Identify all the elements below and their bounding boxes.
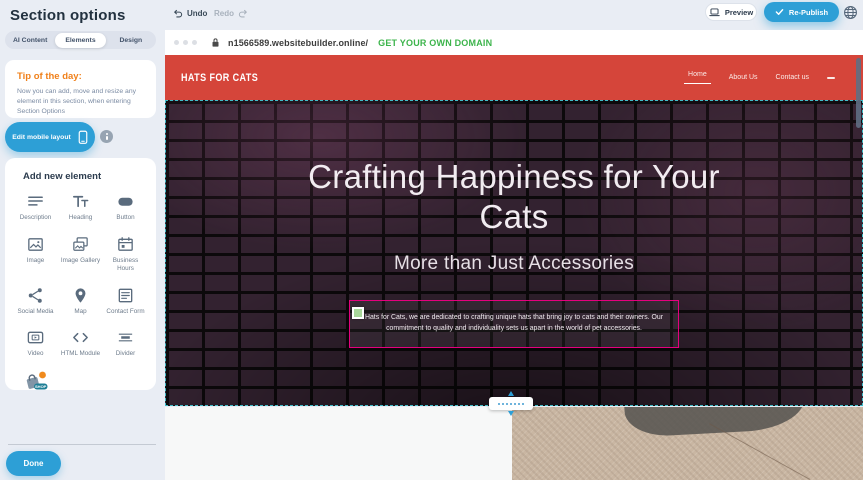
resize-grip[interactable] (489, 397, 533, 410)
floor-seam-line (709, 423, 810, 480)
heading-icon (71, 192, 90, 211)
edit-mobile-layout-button[interactable]: Edit mobile layout (5, 122, 95, 152)
arrow-down-icon (508, 411, 514, 416)
nav-home[interactable]: Home (684, 71, 711, 84)
hero-heading[interactable]: Crafting Happiness for Your Cats (274, 157, 754, 236)
next-section[interactable] (165, 407, 863, 480)
element-video[interactable]: Video (13, 328, 58, 359)
next-section-image (512, 407, 863, 480)
add-element-title: Add new element (13, 171, 148, 182)
republish-button[interactable]: Re-Publish (764, 2, 839, 22)
edit-mobile-label: Edit mobile layout (12, 134, 71, 141)
button-icon (116, 192, 135, 211)
element-description[interactable]: Description (13, 192, 58, 223)
info-icon[interactable] (100, 130, 113, 143)
element-button[interactable]: Button (103, 192, 148, 223)
undo-icon (172, 8, 183, 19)
page-title: Section options (10, 7, 126, 24)
site-header: HATS FOR CATS Home About Us Contact us (165, 55, 863, 100)
preview-icon (709, 8, 720, 17)
sidebar-divider (8, 444, 156, 445)
redo-icon (238, 8, 249, 19)
republish-label: Re-Publish (789, 8, 828, 17)
get-own-domain-link[interactable]: GET YOUR OWN DOMAIN (378, 38, 492, 48)
more-menu-icon[interactable] (827, 77, 835, 79)
element-heading[interactable]: Heading (58, 192, 103, 223)
element-html-module[interactable]: HTML Module (58, 328, 103, 359)
section-resize-handle[interactable] (489, 391, 533, 416)
grip-dots-icon (498, 403, 524, 405)
tip-of-the-day-card: Tip of the day: Now you can add, move an… (5, 60, 156, 118)
element-product-gallery[interactable]: SHOP Product Gallery (13, 371, 58, 391)
social-media-icon (26, 286, 45, 305)
tip-body: Now you can add, move and resize any ele… (17, 87, 144, 118)
site-nav: Home About Us Contact us (684, 55, 835, 100)
video-icon (26, 328, 45, 347)
lock-icon (211, 37, 220, 48)
element-divider[interactable]: Divider (103, 328, 148, 359)
description-icon (26, 192, 45, 211)
html-module-icon (71, 328, 90, 347)
image-gallery-icon (71, 235, 90, 254)
app-window: Section options Undo Redo Preview Re-Pub… (0, 0, 863, 480)
element-grid: Description Heading Button Image Image G… (13, 192, 148, 390)
done-button[interactable]: Done (6, 451, 61, 476)
redo-label: Redo (214, 9, 234, 18)
preview-button[interactable]: Preview (705, 3, 757, 21)
hero-section[interactable]: Crafting Happiness for Your Cats More th… (165, 100, 863, 406)
globe-icon (843, 5, 858, 20)
element-image-gallery[interactable]: Image Gallery (58, 235, 103, 274)
tip-title: Tip of the day: (17, 71, 144, 82)
undo-button[interactable]: Undo (172, 8, 207, 19)
nav-contact-us[interactable]: Contact us (776, 74, 809, 81)
check-icon (775, 8, 784, 16)
product-gallery-icon: SHOP (23, 371, 49, 391)
arrow-up-icon (508, 391, 514, 396)
tab-elements[interactable]: Elements (55, 33, 105, 48)
browser-bar: n1566589.websitebuilder.online/ GET YOUR… (165, 30, 863, 55)
done-label: Done (24, 459, 44, 468)
divider-icon (116, 328, 135, 347)
element-image[interactable]: Image (13, 235, 58, 274)
hero-body-text: Hats for Cats, we are dedicated to craft… (356, 313, 672, 334)
preview-scrollbar[interactable] (856, 58, 861, 128)
element-contact-form[interactable]: Contact Form (103, 286, 148, 317)
tab-ai-content[interactable]: AI Content (5, 33, 55, 48)
shop-badge: SHOP (35, 384, 47, 389)
image-icon (26, 235, 45, 254)
mobile-phone-icon (78, 130, 88, 145)
preview-label: Preview (725, 8, 753, 17)
site-logo[interactable]: HATS FOR CATS (181, 72, 258, 84)
redo-button[interactable]: Redo (214, 8, 249, 19)
map-pin-icon (71, 286, 90, 305)
element-business-hours[interactable]: Business Hours (103, 235, 148, 274)
window-dots-icon (174, 40, 197, 45)
site-url[interactable]: n1566589.websitebuilder.online/ (228, 38, 368, 48)
undo-label: Undo (187, 9, 207, 18)
language-globe-button[interactable] (841, 3, 859, 21)
contact-form-icon (116, 286, 135, 305)
cat-shadow-shape (624, 407, 805, 438)
hero-textbox-selected[interactable]: Hats for Cats, we are dedicated to craft… (349, 300, 679, 348)
element-map[interactable]: Map (58, 286, 103, 317)
textbox-drag-handle[interactable] (352, 307, 364, 319)
nav-about-us[interactable]: About Us (729, 74, 758, 81)
add-new-element-panel: Add new element Description Heading Butt… (5, 158, 156, 390)
tab-design[interactable]: Design (106, 33, 156, 48)
element-social-media[interactable]: Social Media (13, 286, 58, 317)
premium-badge (39, 371, 46, 378)
business-hours-icon (116, 235, 135, 254)
hero-subheading[interactable]: More than Just Accessories (166, 253, 862, 275)
sidebar-tabs: AI Content Elements Design (5, 31, 156, 49)
